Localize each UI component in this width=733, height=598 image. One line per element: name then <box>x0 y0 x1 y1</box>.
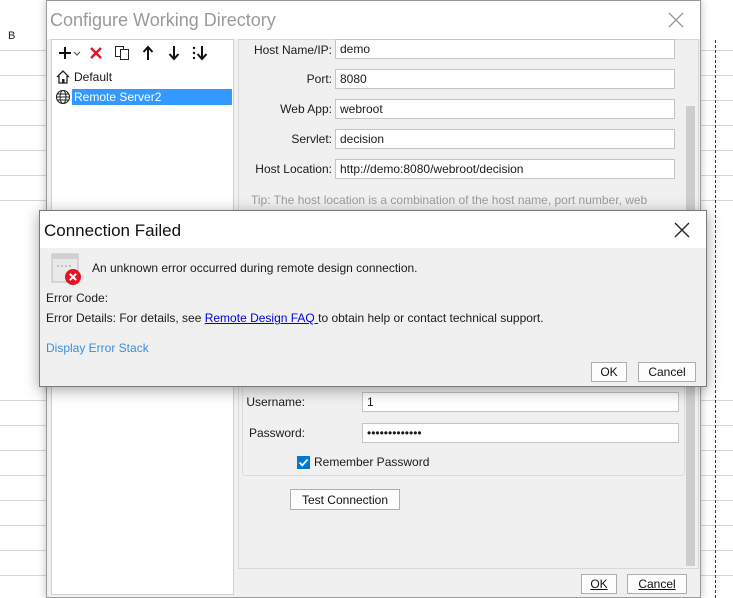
password-label: Password: <box>248 426 305 440</box>
host-name-label: Host Name/IP: <box>253 43 332 57</box>
error-details-suffix: to obtain help or contact technical supp… <box>318 311 544 325</box>
grid-line <box>700 525 733 526</box>
grid-line <box>700 450 733 451</box>
grid-line <box>0 175 46 176</box>
error-ok-button[interactable]: OK <box>591 362 627 382</box>
password-input[interactable]: ••••••••••••• <box>362 423 679 443</box>
display-error-stack-link[interactable]: Display Error Stack <box>46 341 149 355</box>
grid-line <box>700 75 733 76</box>
grid-line <box>0 400 46 401</box>
password-row: Password: ••••••••••••• <box>239 423 679 445</box>
servlet-input[interactable]: decision <box>335 129 675 149</box>
grid-line <box>0 75 46 76</box>
grid-line <box>700 200 733 201</box>
tree-item-label: Default <box>74 70 113 84</box>
grid-line <box>0 100 46 101</box>
host-name-row: Host Name/IP: demo <box>239 39 679 62</box>
grid-line <box>700 500 733 501</box>
grid-line <box>0 500 46 501</box>
add-icon[interactable] <box>58 42 82 64</box>
home-icon <box>54 69 71 86</box>
dialog-title: Configure Working Directory <box>50 10 276 30</box>
username-row: Username: 1 <box>239 392 679 414</box>
move-down-icon[interactable] <box>162 42 186 64</box>
error-dialog-titlebar[interactable]: Connection Failed <box>40 211 706 248</box>
page-break-line <box>715 40 716 598</box>
test-connection-button[interactable]: Test Connection <box>290 489 400 510</box>
remote-design-faq-link[interactable]: Remote Design FAQ <box>205 311 318 325</box>
server-tree: Default Remote Server2 <box>52 67 233 107</box>
ok-button[interactable]: OK <box>581 574 617 594</box>
grid-line <box>700 400 733 401</box>
error-details-prefix: Error Details: For details, see <box>46 311 205 325</box>
close-icon[interactable] <box>673 221 691 239</box>
port-row: Port: 8080 <box>239 69 679 91</box>
grid-line <box>700 575 733 576</box>
dialog-titlebar[interactable]: Configure Working Directory <box>47 1 700 39</box>
grid-line <box>0 525 46 526</box>
grid-line <box>0 150 46 151</box>
grid-line <box>0 575 46 576</box>
remember-password-checkbox[interactable] <box>297 455 310 469</box>
grid-line <box>700 150 733 151</box>
sort-icon[interactable] <box>188 42 212 64</box>
grid-line <box>0 125 46 126</box>
grid-line <box>700 50 733 51</box>
error-cancel-button[interactable]: Cancel <box>638 362 696 382</box>
connection-failed-dialog: Connection Failed An unknown error occur… <box>39 210 707 387</box>
grid-line <box>0 425 46 426</box>
remember-password-label: Remember Password <box>314 455 430 469</box>
grid-line <box>0 50 46 51</box>
cancel-button[interactable]: Cancel <box>627 574 687 594</box>
error-details: Error Details: For details, see Remote D… <box>46 311 544 325</box>
grid-line <box>700 550 733 551</box>
host-location-row: Host Location: http://demo:8080/webroot/… <box>239 159 679 181</box>
connection-error-icon <box>51 253 81 285</box>
servlet-label: Servlet: <box>291 132 332 146</box>
error-message: An unknown error occurred during remote … <box>92 261 418 275</box>
grid-line <box>0 200 46 201</box>
grid-line <box>700 425 733 426</box>
web-app-row: Web App: webroot <box>239 99 679 121</box>
remember-password-row[interactable]: Remember Password <box>297 455 429 469</box>
delete-icon[interactable] <box>84 42 108 64</box>
port-input[interactable]: 8080 <box>335 69 675 89</box>
host-location-input: http://demo:8080/webroot/decision <box>335 159 675 179</box>
copy-icon[interactable] <box>110 42 134 64</box>
server-toolbar <box>52 40 233 66</box>
username-input[interactable]: 1 <box>362 392 679 412</box>
grid-line <box>0 550 46 551</box>
grid-line <box>0 450 46 451</box>
grid-line <box>700 125 733 126</box>
host-location-label: Host Location: <box>255 162 332 176</box>
grid-line <box>0 475 46 476</box>
grid-line <box>700 100 733 101</box>
username-label: Username: <box>246 395 305 409</box>
web-app-label: Web App: <box>280 102 332 116</box>
web-app-input[interactable]: webroot <box>335 99 675 119</box>
host-name-input[interactable]: demo <box>335 39 675 59</box>
tree-item-label: Remote Server2 <box>72 89 233 105</box>
port-label: Port: <box>306 72 332 86</box>
error-dialog-title: Connection Failed <box>44 221 182 240</box>
move-up-icon[interactable] <box>136 42 160 64</box>
tree-item-default[interactable]: Default <box>52 67 233 87</box>
host-location-tip: Tip: The host location is a combination … <box>251 193 648 207</box>
background-cell-text: B <box>8 30 16 42</box>
tree-item-remote-server2[interactable]: Remote Server2 <box>52 87 233 107</box>
globe-icon <box>54 89 71 106</box>
servlet-row: Servlet: decision <box>239 129 679 151</box>
grid-line <box>700 475 733 476</box>
close-icon[interactable] <box>666 10 686 30</box>
grid-line <box>700 175 733 176</box>
error-code: Error Code: <box>46 291 109 305</box>
